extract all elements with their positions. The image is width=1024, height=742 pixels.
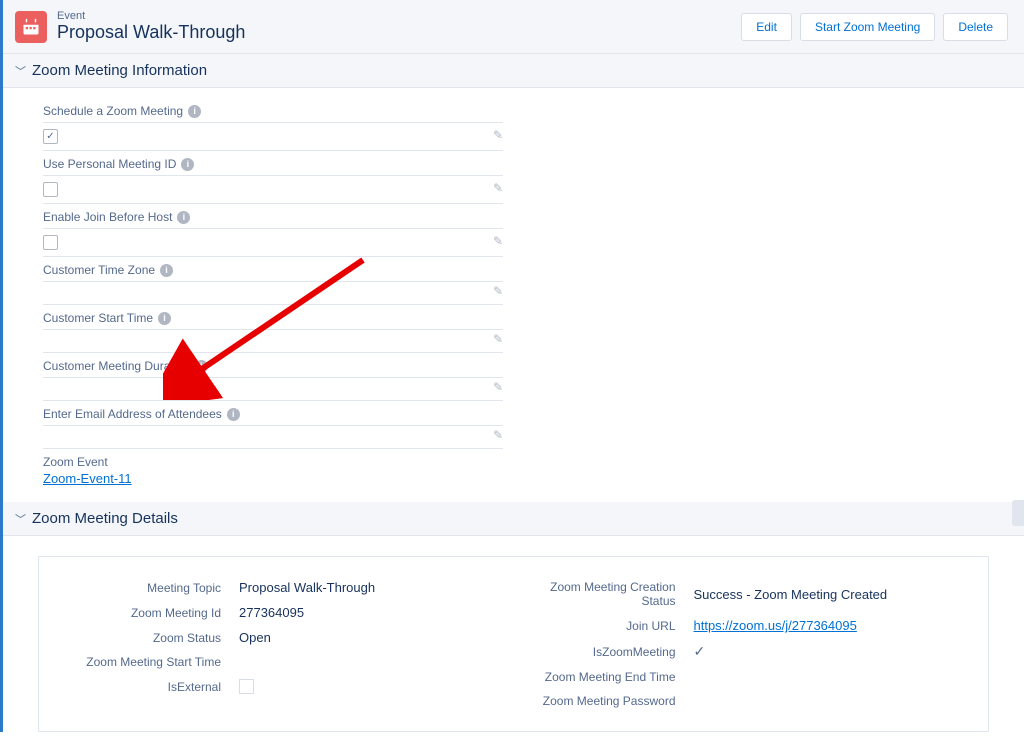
value-zoom-status: Open <box>239 630 271 645</box>
label-creation-status: Zoom Meeting Creation Status <box>514 580 694 608</box>
page-header: Event Proposal Walk-Through Edit Start Z… <box>3 0 1024 54</box>
details-panel: Meeting TopicProposal Walk-Through Zoom … <box>38 556 989 732</box>
info-icon[interactable]: i <box>158 312 171 325</box>
eyebrow: Event <box>57 10 741 22</box>
chevron-down-icon: ﹀ <box>15 511 26 527</box>
label-zoom-event: Zoom Event <box>43 455 503 469</box>
pencil-icon[interactable]: ✎ <box>483 181 503 195</box>
label-meeting-topic: Meeting Topic <box>59 581 239 595</box>
info-icon[interactable]: i <box>227 408 240 421</box>
checkbox-schedule[interactable] <box>43 129 58 144</box>
value-cust-tz[interactable]: ✎ <box>43 282 503 305</box>
zoom-event-link[interactable]: Zoom-Event-11 <box>43 471 132 486</box>
label-start-time: Zoom Meeting Start Time <box>59 655 239 669</box>
value-attendees[interactable]: ✎ <box>43 426 503 449</box>
page-title: Proposal Walk-Through <box>57 22 741 43</box>
delete-button[interactable]: Delete <box>943 13 1008 41</box>
label-cust-tz: Customer Time Zonei <box>43 263 503 277</box>
header-actions: Edit Start Zoom Meeting Delete <box>741 13 1008 41</box>
pencil-icon[interactable]: ✎ <box>483 234 503 248</box>
label-personal-id: Use Personal Meeting IDi <box>43 157 503 171</box>
checkbox-personal-id[interactable] <box>43 182 58 197</box>
value-schedule: ✎ <box>43 123 503 151</box>
label-cust-start: Customer Start Timei <box>43 311 503 325</box>
pencil-icon[interactable]: ✎ <box>483 380 503 394</box>
label-join-url: Join URL <box>514 619 694 633</box>
start-zoom-button[interactable]: Start Zoom Meeting <box>800 13 935 41</box>
label-password: Zoom Meeting Password <box>514 694 694 708</box>
field-cust-start: Customer Start Timei <box>43 305 503 330</box>
edit-button[interactable]: Edit <box>741 13 792 41</box>
zoom-info-body: Schedule a Zoom Meetingi ✎ Use Personal … <box>3 88 1024 502</box>
title-block: Event Proposal Walk-Through <box>57 10 741 43</box>
label-meeting-id: Zoom Meeting Id <box>59 606 239 620</box>
info-icon[interactable]: i <box>177 211 190 224</box>
field-cust-duration: Customer Meeting Durationi <box>43 353 503 378</box>
pencil-icon[interactable]: ✎ <box>483 284 503 298</box>
value-cust-duration[interactable]: ✎ <box>43 378 503 401</box>
info-icon[interactable]: i <box>160 264 173 277</box>
value-creation-status: Success - Zoom Meeting Created <box>694 587 888 602</box>
section-zoom-details-title: Zoom Meeting Details <box>32 510 178 527</box>
label-schedule: Schedule a Zoom Meetingi <box>43 104 503 118</box>
value-meeting-id: 277364095 <box>239 605 304 620</box>
chevron-down-icon: ﹀ <box>15 63 26 79</box>
label-join-before: Enable Join Before Hosti <box>43 210 503 224</box>
section-zoom-info-header[interactable]: ﹀ Zoom Meeting Information <box>3 54 1024 88</box>
pencil-icon[interactable]: ✎ <box>483 332 503 346</box>
checkbox-isexternal <box>239 679 254 694</box>
info-icon[interactable]: i <box>188 105 201 118</box>
info-icon[interactable]: i <box>181 158 194 171</box>
info-icon[interactable]: i <box>195 360 208 373</box>
field-zoom-event: Zoom Event <box>43 449 503 469</box>
page-root: Event Proposal Walk-Through Edit Start Z… <box>0 0 1024 732</box>
value-personal-id: ✎ <box>43 176 503 204</box>
pencil-icon[interactable]: ✎ <box>483 428 503 442</box>
join-url-link[interactable]: https://zoom.us/j/277364095 <box>694 618 857 633</box>
field-attendees: Enter Email Address of Attendeesi <box>43 401 503 426</box>
details-col-right: Zoom Meeting Creation StatusSuccess - Zo… <box>514 575 969 713</box>
value-join-before: ✎ <box>43 229 503 257</box>
label-end-time: Zoom Meeting End Time <box>514 670 694 684</box>
label-isexternal: IsExternal <box>59 680 239 694</box>
pencil-icon[interactable]: ✎ <box>483 128 503 142</box>
calendar-icon <box>15 11 47 43</box>
label-attendees: Enter Email Address of Attendeesi <box>43 407 503 421</box>
label-cust-duration: Customer Meeting Durationi <box>43 359 503 373</box>
label-zoom-status: Zoom Status <box>59 631 239 645</box>
field-cust-tz: Customer Time Zonei <box>43 257 503 282</box>
checkmark-icon: ✓ <box>694 643 706 660</box>
value-zoom-event: Zoom-Event-11 <box>43 469 503 492</box>
field-personal-id: Use Personal Meeting IDi <box>43 151 503 176</box>
checkbox-join-before[interactable] <box>43 235 58 250</box>
section-zoom-info-title: Zoom Meeting Information <box>32 62 207 79</box>
field-schedule: Schedule a Zoom Meetingi <box>43 98 503 123</box>
side-handle[interactable] <box>1012 500 1024 526</box>
section-zoom-details-header[interactable]: ﹀ Zoom Meeting Details <box>3 502 1024 536</box>
value-meeting-topic: Proposal Walk-Through <box>239 580 375 595</box>
details-col-left: Meeting TopicProposal Walk-Through Zoom … <box>59 575 514 713</box>
field-join-before: Enable Join Before Hosti <box>43 204 503 229</box>
label-iszoom: IsZoomMeeting <box>514 645 694 659</box>
value-cust-start[interactable]: ✎ <box>43 330 503 353</box>
